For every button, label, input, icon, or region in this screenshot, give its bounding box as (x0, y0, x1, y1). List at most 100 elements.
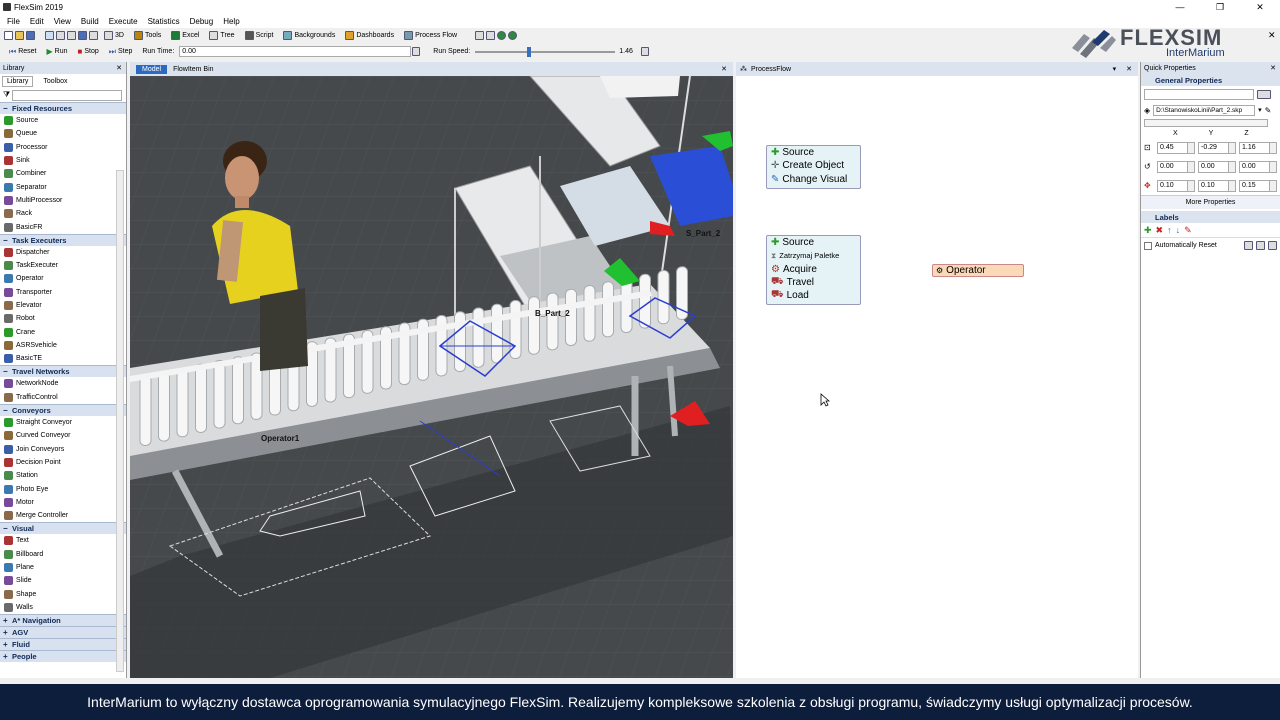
library-item-networknode[interactable]: NetworkNode (0, 377, 126, 390)
tools-button[interactable]: Tools (130, 31, 165, 40)
process-flow-menu-icon[interactable]: ▾ (1113, 65, 1117, 73)
backgrounds-button[interactable]: Backgrounds (279, 31, 339, 40)
view-3d-button[interactable]: 3D (100, 31, 128, 40)
labels-section[interactable]: Labels (1141, 211, 1280, 223)
library-item-elevator[interactable]: Elevator (0, 299, 126, 312)
process-flow-close-icon[interactable]: ✕ (1126, 65, 1132, 73)
library-category-people[interactable]: + People (0, 650, 126, 663)
activity-source[interactable]: ✚ Source (767, 236, 860, 249)
library-item-photo-eye[interactable]: Photo Eye (0, 482, 126, 495)
dashboards-button[interactable]: Dashboards (341, 31, 398, 40)
menu-execute[interactable]: Execute (104, 17, 143, 26)
script-button[interactable]: Script (241, 31, 278, 40)
library-item-basicfr[interactable]: BasicFR (0, 220, 126, 233)
excel-button[interactable]: Excel (167, 31, 203, 40)
library-item-curved-conveyor[interactable]: Curved Conveyor (0, 429, 126, 442)
collapse-icon[interactable]: − (3, 524, 12, 533)
library-scrollbar[interactable] (116, 170, 124, 672)
library-category-a-navigation[interactable]: + A* Navigation (0, 614, 126, 627)
general-properties-section[interactable]: General Properties (1141, 74, 1280, 86)
quick-properties-close-icon[interactable]: ✕ (1270, 64, 1276, 72)
tree-button[interactable]: Tree (205, 31, 238, 40)
expand-icon[interactable]: + (3, 652, 12, 661)
collapse-icon[interactable]: − (3, 406, 12, 415)
library-item-source[interactable]: Source (0, 114, 126, 127)
library-category-conveyors[interactable]: − Conveyors (0, 403, 126, 416)
flow-block-1[interactable]: ✚ Source ✛ Create Object ✎ Change Visual (766, 145, 861, 189)
library-item-text[interactable]: Text (0, 534, 126, 547)
library-item-join-conveyors[interactable]: Join Conveyors (0, 443, 126, 456)
library-item-shape[interactable]: Shape (0, 588, 126, 601)
menu-statistics[interactable]: Statistics (143, 17, 185, 26)
library-item-dispatcher[interactable]: Dispatcher (0, 246, 126, 259)
activity-load[interactable]: ⛟ Load (767, 289, 860, 302)
activity-zatrzymaj-paletke[interactable]: ⧗ Zatrzymaj Paletke (767, 249, 860, 262)
position-z-field[interactable]: 1.16 (1239, 141, 1277, 154)
tab-model[interactable]: Model (136, 64, 168, 74)
position-y-field[interactable]: -0.29 (1198, 141, 1236, 154)
new-file-icon[interactable] (4, 31, 13, 40)
size-z-field[interactable]: 0.15 (1239, 179, 1277, 192)
size-y-field[interactable]: 0.10 (1198, 179, 1236, 192)
delete-label-icon[interactable]: ✖ (1156, 225, 1164, 236)
library-item-transporter[interactable]: Transporter (0, 286, 126, 299)
activity-travel[interactable]: ⛟ Travel (767, 276, 860, 289)
layout-icon[interactable] (486, 31, 496, 40)
maximize-button[interactable]: ❐ (1200, 0, 1240, 14)
library-category-agv[interactable]: + AGV (0, 626, 126, 639)
pin-icon[interactable]: ✎ (1184, 225, 1192, 236)
move-down-icon[interactable]: ↓ (1176, 225, 1181, 235)
move-up-icon[interactable]: ↑ (1167, 225, 1172, 235)
run-time-field[interactable]: 0.00 (179, 46, 412, 57)
library-item-sink[interactable]: Sink (0, 154, 126, 167)
library-item-plane[interactable]: Plane (0, 561, 126, 574)
shape-dropdown-icon[interactable]: ▾ (1258, 106, 1262, 114)
tab-flowitem-bin[interactable]: FlowItem Bin (173, 66, 213, 73)
tab-toolbox[interactable]: Toolbox (35, 77, 75, 86)
rotation-x-field[interactable]: 0.00 (1157, 160, 1195, 173)
shape-path-field[interactable]: D:\StanowiskoLinii\Part_2.skp (1153, 104, 1256, 116)
menu-build[interactable]: Build (76, 17, 104, 26)
library-item-robot[interactable]: Robot (0, 312, 126, 325)
library-category-visual[interactable]: − Visual (0, 522, 126, 535)
library-item-rack[interactable]: Rack (0, 207, 126, 220)
library-item-motor[interactable]: Motor (0, 496, 126, 509)
resource-operator[interactable]: ⚙ Operator (932, 264, 1024, 277)
library-item-decision-point[interactable]: Decision Point (0, 456, 126, 469)
connect-icon[interactable] (56, 31, 65, 40)
library-item-merge-controller[interactable]: Merge Controller (0, 509, 126, 522)
library-category-fluid[interactable]: + Fluid (0, 638, 126, 651)
save-icon[interactable] (26, 31, 35, 40)
color-icon[interactable] (78, 31, 87, 40)
menu-edit[interactable]: Edit (25, 17, 49, 26)
step-button[interactable]: ⏭ Step (104, 47, 138, 57)
model-canvas[interactable]: Operator1 S_Part_2 B_Part_2 (130, 76, 733, 678)
library-item-crane[interactable]: Crane (0, 325, 126, 338)
reset-button[interactable]: ⏮ Reset (4, 47, 42, 57)
model-view[interactable]: Model FlowItem Bin ✕ Operator1 S_Part_2 … (130, 62, 733, 678)
run-speed-dropdown-icon[interactable] (640, 47, 649, 56)
process-flow-button[interactable]: Process Flow (400, 31, 461, 40)
library-category-travel-networks[interactable]: − Travel Networks (0, 365, 126, 378)
label-table-icon[interactable] (1244, 241, 1253, 250)
library-category-fixed-resources[interactable]: − Fixed Resources (0, 102, 126, 114)
collapse-icon[interactable]: − (3, 236, 12, 245)
library-item-queue[interactable]: Queue (0, 127, 126, 140)
library-item-slide[interactable]: Slide (0, 574, 126, 587)
help-icon[interactable] (497, 31, 507, 40)
run-time-dropdown-icon[interactable] (412, 47, 421, 56)
object-name-input[interactable] (1144, 88, 1254, 100)
library-item-station[interactable]: Station (0, 469, 126, 482)
activity-source[interactable]: ✚ Source (767, 146, 860, 159)
library-item-asrsvehicle[interactable]: ASRSvehicle (0, 339, 126, 352)
online-icon[interactable] (508, 31, 518, 40)
library-category-task-executers[interactable]: − Task Executers (0, 233, 126, 246)
model-close-icon[interactable]: ✕ (721, 65, 727, 73)
auto-reset-checkbox[interactable] (1144, 241, 1152, 250)
library-item-operator[interactable]: Operator (0, 272, 126, 285)
stop-button[interactable]: ■ Stop (73, 47, 104, 56)
settings-icon[interactable] (475, 31, 485, 40)
more-properties-button[interactable]: More Properties (1141, 195, 1280, 209)
library-item-multiprocessor[interactable]: MultiProcessor (0, 194, 126, 207)
menu-help[interactable]: Help (218, 17, 244, 26)
